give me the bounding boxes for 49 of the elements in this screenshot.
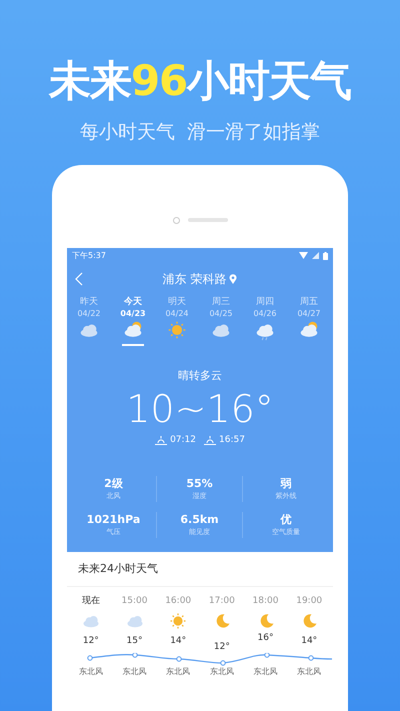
wind-direction: 东北风 (297, 667, 322, 677)
hour-label: 18:00 (252, 595, 278, 607)
hour-temperature: 15° (126, 635, 142, 647)
hour-temperature: 12° (82, 635, 99, 647)
back-button[interactable] (75, 272, 83, 286)
phone-camera (172, 216, 180, 224)
sunset-time: 16:57 (219, 434, 245, 447)
stat-value: 1021hPa (86, 512, 140, 526)
back-icon (75, 272, 83, 286)
sunrise-icon (155, 436, 168, 446)
stat-value: 55% (186, 476, 213, 490)
hourly-title: 未来24小时天气 (67, 552, 333, 587)
subtitle: 每小时天气 滑一滑了如指掌 (80, 120, 320, 145)
hour-label: 19:00 (296, 595, 322, 607)
sunset-icon (204, 436, 216, 446)
signal-icon (312, 252, 319, 259)
hour-temperature: 12° (214, 641, 230, 653)
hour-temperature: 16° (258, 632, 274, 644)
hour-label: 15:00 (122, 595, 148, 607)
hour-label: 17:00 (208, 595, 235, 607)
headline: 未来96小时天气 (48, 60, 352, 102)
hour-label: 现在 (82, 595, 100, 607)
stat-value: 弱 (280, 476, 292, 490)
hour-temperature: 14° (301, 635, 318, 647)
stat-value: 优 (280, 512, 292, 526)
wind-direction: 东北风 (78, 667, 103, 677)
wind-direction: 东北风 (166, 667, 190, 677)
location-title: 浦东 荣科路 (162, 270, 226, 288)
day-tab[interactable]: 明天 04/24 (155, 294, 199, 360)
hour-label: 16:00 (165, 595, 192, 607)
day-tab[interactable]: 周五 04/27 (287, 294, 331, 360)
sun-icon (168, 611, 188, 631)
stat-value: 2级 (104, 476, 123, 490)
wind-direction: 东北风 (122, 667, 146, 677)
sunrise-time: 07:12 (170, 434, 196, 447)
day-tab[interactable]: 今天 04/23 (111, 294, 155, 360)
condition-text: 晴转多云 (178, 368, 222, 384)
wifi-icon (299, 252, 308, 259)
temperature-range: 10~16° (126, 386, 274, 432)
stat-value: 6.5km (180, 512, 219, 526)
day-tab[interactable]: 昨天 04/22 (67, 294, 111, 360)
hour-temperature: 14° (170, 635, 186, 647)
wind-direction: 东北风 (210, 667, 234, 677)
day-tab[interactable]: 周四 04/26 (243, 294, 287, 360)
wind-direction: 东北风 (254, 667, 278, 677)
status-time: 下午5:37 (72, 250, 106, 262)
battery-icon (323, 252, 328, 260)
day-tab[interactable]: 周三 04/25 (199, 294, 243, 360)
location-pin-icon (229, 274, 238, 284)
